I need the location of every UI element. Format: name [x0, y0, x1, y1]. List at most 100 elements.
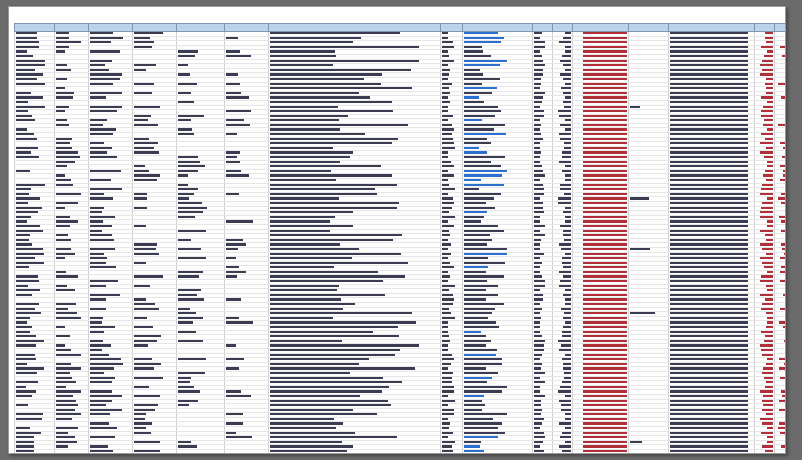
table-cell — [668, 91, 755, 97]
table-cell — [628, 449, 669, 453]
table-cell — [668, 431, 755, 437]
table-cell — [668, 417, 755, 423]
table-cell — [668, 362, 755, 368]
table-cell — [668, 339, 755, 345]
table-cell — [668, 95, 755, 101]
table-cell — [552, 449, 573, 453]
table-cell — [14, 449, 55, 453]
table-cell — [224, 449, 269, 453]
table-cell — [668, 150, 755, 156]
table-cell — [774, 449, 785, 453]
table-cell — [54, 449, 89, 453]
table-cell — [668, 49, 755, 55]
table-cell — [668, 233, 755, 239]
table-cell — [668, 45, 755, 51]
table-cell — [668, 385, 755, 391]
table-cell — [668, 334, 755, 340]
table-cell — [668, 444, 755, 450]
table-cell — [668, 394, 755, 400]
column-header — [54, 23, 89, 32]
report-table-container — [14, 23, 785, 453]
table-cell — [668, 77, 755, 83]
column-header — [462, 23, 533, 32]
column-header — [532, 23, 553, 32]
table-cell — [268, 343, 441, 349]
table-cell — [668, 316, 755, 322]
column-header — [628, 23, 669, 32]
table-cell — [268, 320, 441, 326]
table-cell — [668, 357, 755, 363]
table-cell — [668, 100, 755, 106]
table-cell — [668, 59, 755, 65]
table-cell — [268, 366, 441, 372]
table-cell — [572, 449, 629, 453]
table-cell — [668, 127, 755, 134]
table-cell — [668, 54, 755, 60]
table-cell — [668, 311, 755, 317]
table-cell — [268, 45, 441, 51]
table-cell — [668, 274, 755, 281]
table-cell — [668, 376, 755, 382]
table-cell — [668, 302, 755, 308]
table-cell — [668, 449, 755, 453]
table-cell — [668, 380, 755, 386]
table-cell — [668, 353, 755, 359]
table-cell — [668, 426, 755, 432]
table-cell — [668, 270, 755, 276]
table-cell — [668, 183, 755, 189]
table-cell — [668, 132, 755, 138]
table-cell — [668, 210, 755, 216]
table-cell — [668, 229, 755, 235]
table-cell — [668, 31, 755, 37]
table-cell — [668, 105, 755, 111]
table-cell — [668, 320, 755, 326]
table-cell — [668, 371, 755, 377]
table-cell — [268, 59, 441, 65]
column-header — [572, 23, 629, 32]
table-cell — [88, 449, 133, 453]
table-cell — [176, 449, 225, 453]
column-header — [88, 23, 133, 32]
table-cell — [668, 36, 755, 42]
table-cell — [668, 252, 755, 258]
table-cell — [668, 141, 755, 147]
table-cell — [668, 40, 755, 46]
table-cell — [668, 343, 755, 349]
table-cell — [668, 146, 755, 152]
table-cell — [668, 261, 755, 267]
table-cell — [668, 330, 755, 336]
table-cell — [668, 201, 755, 207]
column-header — [224, 23, 269, 32]
table-cell — [668, 109, 755, 115]
table-cell — [668, 82, 755, 88]
table-cell — [668, 297, 755, 303]
table-cell — [668, 123, 755, 129]
table-cell — [668, 279, 755, 285]
report-page — [8, 6, 786, 454]
table-cell — [668, 408, 755, 414]
column-header — [440, 23, 463, 32]
table-cell — [668, 288, 755, 294]
table-cell — [668, 178, 755, 184]
table-cell — [668, 265, 755, 271]
table-cell — [668, 366, 755, 372]
table-cell — [668, 242, 755, 248]
table-cell — [668, 192, 755, 198]
table-cell — [668, 421, 755, 428]
table-cell — [532, 449, 553, 453]
table-cell — [668, 169, 755, 175]
table-cell — [668, 256, 755, 262]
table-cell — [668, 196, 755, 202]
table-cell — [668, 247, 755, 253]
table-cell — [668, 440, 755, 446]
table-cell — [668, 389, 755, 395]
table-cell — [668, 86, 755, 92]
table-cell — [668, 160, 755, 166]
table-cell — [132, 449, 177, 453]
table-cell — [668, 224, 755, 230]
table-cell — [668, 284, 755, 290]
table-cell — [668, 72, 755, 78]
table-cell — [668, 215, 755, 221]
table-cell — [668, 137, 755, 143]
table-body — [14, 31, 785, 453]
